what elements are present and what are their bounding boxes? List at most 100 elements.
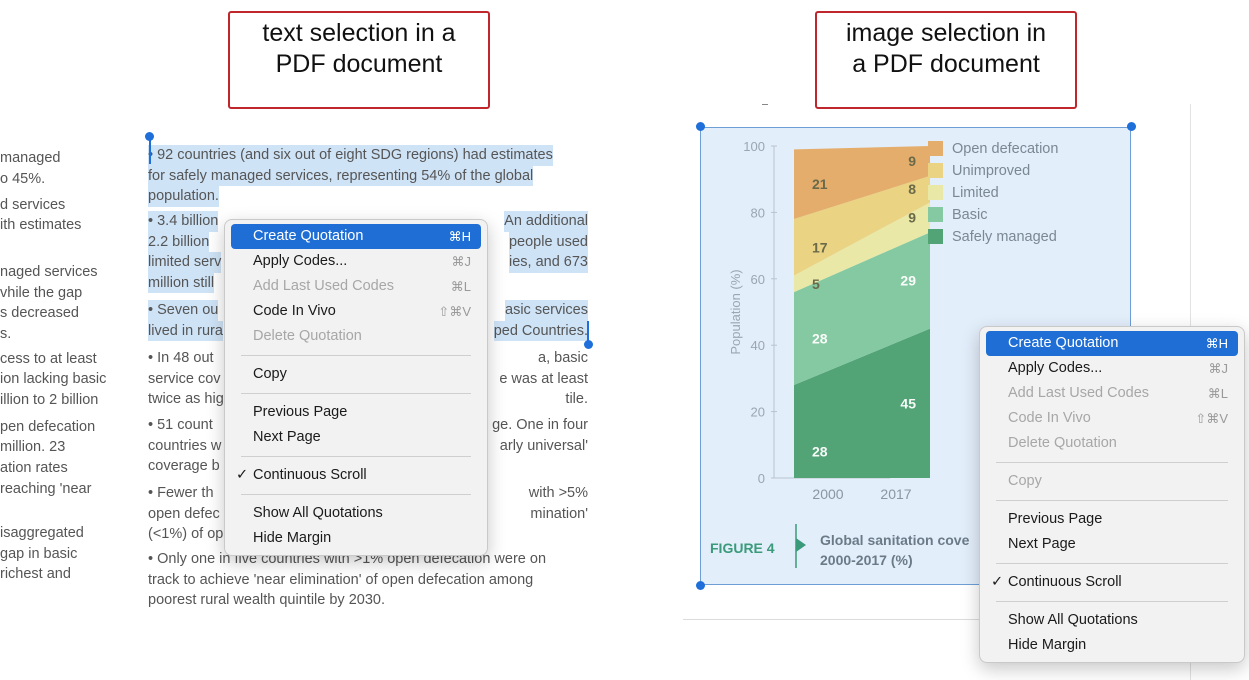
menu-item-label: Add Last Used Codes	[253, 278, 395, 294]
menu-item-label: Create Quotation	[1008, 335, 1119, 351]
left-column-text-fragment: gap in basic	[0, 546, 78, 562]
menu-item-shortcut: ⌘L	[1207, 386, 1228, 401]
legend-label: Safely managed	[952, 229, 1057, 245]
document-line-tail: people used	[508, 231, 588, 252]
menu-item-continuous-scroll[interactable]: ✓ Continuous Scroll	[231, 463, 481, 488]
menu-item-label: Previous Page	[1008, 511, 1103, 527]
context-menu-image[interactable]: Create Quotation ⌘H Apply Codes... ⌘J Add La…	[979, 326, 1245, 663]
left-column-text-fragment: ion lacking basic	[0, 371, 107, 387]
document-paragraph: • Only one in five countries with >1% op…	[148, 549, 598, 611]
menu-separator	[241, 393, 471, 394]
menu-item-delete-quotation[interactable]: Delete Quotation	[986, 431, 1238, 456]
callout-line: PDF document	[275, 50, 443, 78]
menu-item-create-quotation[interactable]: Create Quotation ⌘H	[231, 224, 481, 249]
menu-item-previous-page[interactable]: Previous Page	[986, 507, 1238, 532]
menu-item-continuous-scroll[interactable]: ✓ Continuous Scroll	[986, 570, 1238, 595]
document-line: 2.2 billion	[148, 231, 210, 252]
menu-item-shortcut: ⇧⌘V	[438, 304, 471, 319]
menu-separator	[996, 500, 1228, 501]
left-column-text-fragment: richest and	[0, 566, 71, 582]
document-line-tail: with >5%	[528, 485, 588, 501]
menu-item-label: Delete Quotation	[253, 328, 362, 344]
left-column-text-fragment: d services	[0, 197, 66, 213]
menu-separator	[996, 601, 1228, 602]
menu-item-shortcut: ⌘J	[451, 254, 472, 269]
document-paragraph: • 92 countries (and six out of eight SDG…	[148, 145, 598, 207]
menu-item-hide-margin[interactable]: Hide Margin	[986, 633, 1238, 658]
menu-item-show-all-quotations[interactable]: Show All Quotations	[231, 501, 481, 526]
checkmark-icon: ✓	[991, 574, 1004, 590]
menu-item-label: Continuous Scroll	[1008, 574, 1122, 590]
menu-item-next-page[interactable]: Next Page	[231, 425, 481, 450]
menu-item-label: Show All Quotations	[253, 505, 383, 521]
menu-item-apply-codes[interactable]: Apply Codes... ⌘J	[231, 249, 481, 274]
left-column-text-fragment: pen defecation	[0, 419, 96, 435]
document-line: poorest rural wealth quintile by 2030.	[148, 592, 385, 608]
menu-item-label: Apply Codes...	[1008, 360, 1103, 376]
document-line-tail: mination'	[530, 505, 588, 522]
figure-title-line: 2000-2017 (%)	[820, 552, 913, 568]
document-line: million still	[148, 272, 215, 293]
image-handle-top-left[interactable]	[696, 122, 705, 131]
menu-item-shortcut: ⌘L	[450, 279, 471, 294]
document-line-tail: ies, and 673	[508, 252, 588, 273]
document-line: track to achieve 'near elimination' of o…	[148, 571, 534, 588]
menu-item-shortcut: ⌘H	[1205, 336, 1228, 351]
selection-end-handle[interactable]	[584, 340, 593, 349]
left-column-text-fragment: o 45%.	[0, 171, 46, 187]
menu-item-label: Next Page	[1008, 536, 1076, 552]
menu-item-code-in-vivo[interactable]: Code In Vivo ⇧⌘V	[986, 406, 1238, 431]
menu-item-copy[interactable]: Copy	[231, 362, 481, 387]
callout-text-selection: text selection in a PDF document	[228, 11, 490, 109]
image-handle-bottom-left[interactable]	[696, 581, 705, 590]
menu-item-label: Create Quotation	[253, 228, 364, 244]
document-line-tail: ped Countries.	[493, 320, 588, 341]
legend-swatch	[928, 185, 943, 200]
document-line-tail: e was at least	[499, 370, 588, 387]
legend-swatch	[928, 163, 943, 178]
menu-item-create-quotation[interactable]: Create Quotation ⌘H	[986, 331, 1238, 356]
document-line-tail: tile.	[565, 391, 588, 407]
document-line: population.	[148, 186, 219, 207]
menu-item-label: Hide Margin	[253, 530, 332, 546]
menu-item-copy[interactable]: Copy	[986, 469, 1238, 494]
menu-item-label: Code In Vivo	[253, 303, 336, 319]
selection-start-bar	[149, 138, 151, 164]
menu-item-add-last-used-codes[interactable]: Add Last Used Codes ⌘L	[231, 274, 481, 299]
menu-item-delete-quotation[interactable]: Delete Quotation	[231, 324, 481, 349]
legend-label: Open defecation	[952, 141, 1059, 157]
left-column-text-fragment: naged services	[0, 264, 98, 280]
menu-separator	[241, 456, 471, 457]
document-line: • 92 countries (and six out of eight SDG…	[148, 145, 553, 166]
menu-item-previous-page[interactable]: Previous Page	[231, 400, 481, 425]
context-menu-text[interactable]: Create Quotation ⌘H Apply Codes... ⌘J Add La…	[224, 219, 488, 556]
image-handle-top-right[interactable]	[1127, 122, 1136, 131]
left-column-text-fragment: illion to 2 billion	[0, 392, 99, 408]
menu-item-add-last-used-codes[interactable]: Add Last Used Codes ⌘L	[986, 381, 1238, 406]
left-column-text-fragment: ith estimates	[0, 217, 82, 233]
callout-line: text selection in a	[262, 19, 456, 47]
menu-item-show-all-quotations[interactable]: Show All Quotations	[986, 608, 1238, 633]
menu-item-hide-margin[interactable]: Hide Margin	[231, 526, 481, 551]
left-column-text-fragment: vhile the gap	[0, 285, 83, 301]
callout-line: image selection in	[845, 19, 1047, 47]
document-line: • Seven ou	[148, 300, 219, 321]
menu-item-label: Hide Margin	[1008, 637, 1087, 653]
menu-item-label: Show All Quotations	[1008, 612, 1138, 628]
menu-item-code-in-vivo[interactable]: Code In Vivo ⇧⌘V	[231, 299, 481, 324]
left-column-text-fragment: reaching 'near	[0, 481, 92, 497]
left-column-text-fragment: managed	[0, 150, 61, 166]
menu-item-label: Next Page	[253, 429, 321, 445]
menu-item-next-page[interactable]: Next Page	[986, 532, 1238, 557]
page-top-mark	[762, 104, 768, 105]
legend-label: Basic	[952, 207, 988, 223]
left-column-text-fragment: s.	[0, 326, 12, 342]
menu-item-apply-codes[interactable]: Apply Codes... ⌘J	[986, 356, 1238, 381]
menu-item-label: Apply Codes...	[253, 253, 348, 269]
menu-item-label: Previous Page	[253, 404, 348, 420]
menu-item-label: Continuous Scroll	[253, 467, 367, 483]
menu-item-label: Copy	[253, 366, 287, 382]
document-line-tail: a, basic	[538, 350, 588, 366]
menu-item-shortcut: ⇧⌘V	[1195, 411, 1228, 426]
menu-item-shortcut: ⌘J	[1208, 361, 1229, 376]
